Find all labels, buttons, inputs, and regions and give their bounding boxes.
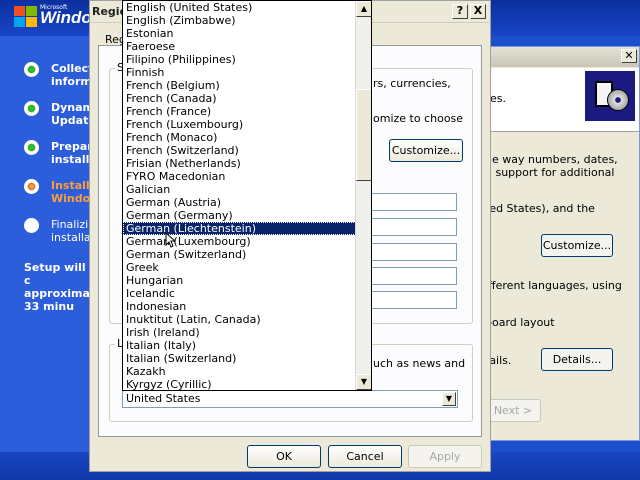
setup-steps-panel	[0, 36, 100, 456]
standards-text: omize to choose	[373, 112, 464, 125]
setup-time-remaining: Setup will c approximat 33 minu	[24, 261, 90, 313]
step-complete-icon	[24, 101, 39, 116]
chevron-down-icon[interactable]: ▼	[442, 392, 456, 406]
details-button[interactable]: Details...	[541, 348, 613, 371]
location-selected-value: United States	[126, 392, 201, 405]
location-option[interactable]: English (Zimbabwe)	[123, 14, 356, 27]
location-option[interactable]: Galician	[123, 183, 356, 196]
location-option[interactable]: Estonian	[123, 27, 356, 40]
location-option[interactable]: Icelandic	[123, 287, 356, 300]
location-option[interactable]: French (Luxembourg)	[123, 118, 356, 131]
sample-time-field	[363, 243, 457, 261]
cd-icon	[607, 89, 629, 111]
next-button[interactable]: Next >	[485, 399, 541, 422]
location-option[interactable]: Irish (Ireland)	[123, 326, 356, 339]
sample-long-date-field	[363, 291, 457, 309]
scroll-up-icon[interactable]: ▲	[356, 1, 371, 17]
sample-currency-field	[363, 218, 457, 236]
location-option[interactable]: French (Switzerland)	[123, 144, 356, 157]
scroll-down-icon[interactable]: ▼	[356, 374, 371, 390]
location-option[interactable]: German (Austria)	[123, 196, 356, 209]
cancel-button[interactable]: Cancel	[328, 445, 402, 468]
location-option[interactable]: Filipino (Philippines)	[123, 53, 356, 66]
location-option[interactable]: German (Germany)	[123, 209, 356, 222]
location-text: uch as news and	[373, 357, 466, 370]
wizard-text: ne way numbers, dates, d support for add…	[485, 153, 618, 179]
regional-settings-icon	[585, 71, 635, 121]
close-icon[interactable]: X	[470, 4, 486, 19]
wizard-header: ges.	[481, 68, 639, 132]
location-option[interactable]: German (Luxembourg)	[123, 235, 356, 248]
wizard-text: ted States), and the	[485, 202, 595, 215]
help-icon[interactable]: ?	[452, 4, 468, 19]
location-option[interactable]: Kyrgyz (Cyrillic)	[123, 378, 356, 390]
close-icon[interactable]: ✕	[621, 49, 637, 63]
sample-short-date-field	[363, 267, 457, 285]
customize-button[interactable]: Customize...	[389, 139, 463, 162]
regional-settings-wizard: ✕ ges. ne way numbers, dates, d support …	[480, 46, 640, 441]
standards-text: rs, currencies,	[373, 77, 451, 90]
location-option[interactable]: Italian (Switzerland)	[123, 352, 356, 365]
location-option[interactable]: Italian (Italy)	[123, 339, 356, 352]
wizard-text: ifferent languages, using	[485, 279, 622, 292]
wizard-title-bar: ✕	[481, 47, 639, 67]
mouse-cursor-icon	[165, 232, 175, 248]
location-option[interactable]: Inuktitut (Latin, Canada)	[123, 313, 356, 326]
location-option[interactable]: French (France)	[123, 105, 356, 118]
location-option[interactable]: Finnish	[123, 66, 356, 79]
step-pending-icon	[24, 218, 39, 233]
location-option[interactable]: French (Canada)	[123, 92, 356, 105]
location-option[interactable]: Kazakh	[123, 365, 356, 378]
location-option[interactable]: English (United States)	[123, 1, 356, 14]
scroll-thumb[interactable]	[356, 89, 371, 181]
dropdown-scrollbar[interactable]: ▲ ▼	[355, 1, 371, 390]
location-option[interactable]: Hungarian	[123, 274, 356, 287]
step-current-icon	[24, 179, 39, 194]
step-complete-icon	[24, 62, 39, 77]
windows-logo-text: Windo	[40, 8, 92, 27]
ok-button[interactable]: OK	[247, 445, 321, 468]
dropdown-items: English (United States) English (Zimbabwe…	[123, 1, 356, 390]
location-option[interactable]: German (Switzerland)	[123, 248, 356, 261]
location-option[interactable]: French (Monaco)	[123, 131, 356, 144]
location-dropdown-list[interactable]: English (United States) English (Zimbabwe…	[122, 0, 372, 391]
location-option[interactable]: German (Liechtenstein)	[123, 222, 356, 235]
wizard-text: board layout	[485, 316, 555, 329]
customize-button[interactable]: Customize...	[541, 234, 613, 257]
step-complete-icon	[24, 140, 39, 155]
location-option[interactable]: Faeroese	[123, 40, 356, 53]
location-option[interactable]: Indonesian	[123, 300, 356, 313]
apply-button[interactable]: Apply	[408, 445, 482, 468]
location-option[interactable]: Frisian (Netherlands)	[123, 157, 356, 170]
location-combobox[interactable]: United States ▼	[122, 390, 458, 408]
location-option[interactable]: FYRO Macedonian	[123, 170, 356, 183]
location-option[interactable]: French (Belgium)	[123, 79, 356, 92]
windows-flag-icon	[14, 6, 40, 28]
location-option[interactable]: Greek	[123, 261, 356, 274]
sample-number-field	[363, 193, 457, 211]
